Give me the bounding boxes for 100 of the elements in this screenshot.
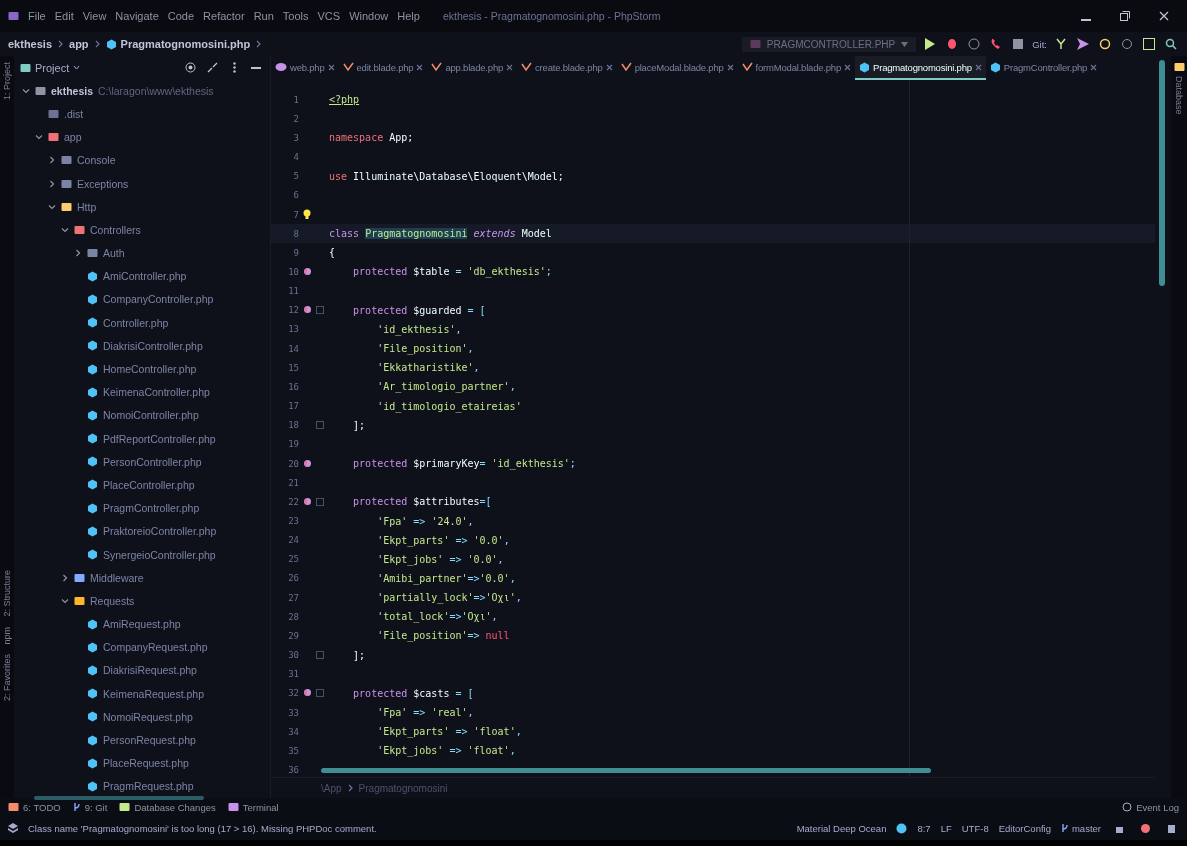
- tree-item[interactable]: Console: [14, 148, 270, 172]
- override-icon[interactable]: [302, 496, 312, 506]
- chevron-down-icon[interactable]: [22, 86, 30, 95]
- tree-item[interactable]: DiakrisiController.php: [14, 334, 270, 358]
- editor-tab[interactable]: placeModal.blade.php: [616, 56, 738, 80]
- tree-item[interactable]: DiakrisiRequest.php: [14, 658, 270, 683]
- scrollbar[interactable]: [1159, 60, 1165, 286]
- tree-item[interactable]: NomoiController.php: [14, 403, 270, 427]
- editor-tab[interactable]: edit.blade.php: [338, 56, 428, 80]
- tree-item[interactable]: PragmRequest.php: [14, 774, 270, 798]
- tool-window-tab[interactable]: 1: Project: [2, 62, 12, 101]
- tree-item[interactable]: AmiRequest.php: [14, 612, 270, 636]
- chevron-down-icon[interactable]: [48, 202, 56, 211]
- tree-item[interactable]: CompanyRequest.php: [14, 635, 270, 659]
- tree-item[interactable]: Exceptions: [14, 171, 270, 196]
- chevron-right-icon[interactable]: [74, 249, 82, 258]
- tool-window-tab[interactable]: 2: Favorites: [2, 654, 12, 702]
- tree-item[interactable]: HomeController.php: [14, 357, 270, 381]
- tree-item[interactable]: Http: [14, 195, 270, 219]
- tree-item[interactable]: Controller.php: [14, 311, 270, 335]
- override-icon[interactable]: [302, 688, 312, 698]
- lightbulb-icon[interactable]: [302, 207, 312, 220]
- tool-window-button[interactable]: Terminal: [227, 801, 279, 813]
- editor-tab[interactable]: Pragmatognomosini.php: [855, 56, 986, 80]
- chevron-down-icon[interactable]: [35, 133, 43, 142]
- breadcrumb[interactable]: app: [69, 38, 89, 50]
- line-number: 6: [292, 190, 299, 201]
- tree-item[interactable]: Requests: [14, 589, 270, 613]
- editor-tab[interactable]: create.blade.php: [517, 56, 617, 80]
- menu-item[interactable]: Run: [253, 10, 274, 22]
- scrollbar[interactable]: [34, 796, 204, 800]
- tool-window-tab[interactable]: Database: [1174, 76, 1184, 115]
- php-class-icon: [87, 386, 98, 398]
- override-icon[interactable]: [302, 267, 312, 276]
- tool-window-button[interactable]: 9: Git: [72, 801, 108, 813]
- menu-item[interactable]: Tools: [282, 10, 309, 22]
- tool-window-tab[interactable]: 2: Structure: [2, 570, 12, 617]
- tree-item[interactable]: app: [14, 125, 270, 149]
- menu-item[interactable]: File: [28, 10, 46, 22]
- editor-tab[interactable]: app.blade.php: [427, 56, 518, 80]
- file-name: Console: [77, 154, 116, 167]
- menu-item[interactable]: Refactor: [203, 10, 245, 22]
- tree-item[interactable]: PersonController.php: [14, 450, 270, 474]
- search-icon[interactable]: [1163, 36, 1179, 52]
- menu-item[interactable]: Window: [349, 10, 389, 22]
- tree-item[interactable]: Middleware: [14, 566, 270, 590]
- chevron-right-icon[interactable]: [48, 179, 56, 188]
- chevron-right-icon[interactable]: [61, 573, 69, 582]
- menu-item[interactable]: Code: [167, 10, 195, 22]
- tool-window-button[interactable]: Database Changes: [119, 801, 216, 813]
- tree-item[interactable]: PdfReportController.php: [14, 427, 270, 451]
- target-icon[interactable]: [182, 59, 198, 76]
- line-number: 20: [287, 458, 299, 469]
- send-icon[interactable]: [1075, 36, 1091, 52]
- line-number: 24: [287, 535, 299, 546]
- tree-item[interactable]: PragmController.php: [14, 496, 270, 520]
- tree-item[interactable]: CompanyController.php: [14, 287, 270, 312]
- menu-item[interactable]: VCS: [317, 10, 341, 22]
- caret-position[interactable]: 8:7: [917, 822, 931, 834]
- fork-icon[interactable]: [1053, 36, 1069, 52]
- file-encoding[interactable]: UTF-8: [961, 822, 989, 834]
- run-configuration-dropdown[interactable]: PRAGMCONTROLLER.PHP: [741, 36, 917, 52]
- menu-item[interactable]: Navigate: [115, 10, 159, 22]
- tree-item[interactable]: NomoiRequest.php: [14, 705, 270, 729]
- menu-item[interactable]: Help: [397, 10, 420, 22]
- override-icon[interactable]: [302, 305, 312, 315]
- event-log-button[interactable]: Event Log: [1122, 801, 1179, 813]
- code-line: protected $table = 'db_ekthesis';: [352, 266, 552, 278]
- tree-item[interactable]: Auth: [14, 241, 270, 265]
- tree-item[interactable]: Controllers: [14, 218, 270, 242]
- git-branch[interactable]: master: [1060, 822, 1101, 834]
- editorconfig-indicator[interactable]: EditorConfig: [998, 822, 1051, 834]
- tree-item[interactable]: AmiController.php: [14, 264, 270, 288]
- menu-item[interactable]: Edit: [54, 10, 74, 22]
- chevron-down-icon[interactable]: [61, 225, 69, 234]
- tool-window-tab[interactable]: npm: [2, 626, 12, 645]
- chevron-down-icon[interactable]: [61, 596, 69, 605]
- tree-item[interactable]: PraktoreioController.php: [14, 519, 270, 543]
- scrollbar[interactable]: [321, 768, 931, 773]
- project-view-dropdown[interactable]: Project: [20, 61, 176, 74]
- menu-item[interactable]: View: [82, 10, 107, 22]
- line-ending[interactable]: LF: [940, 822, 952, 834]
- tree-item[interactable]: PlaceController.php: [14, 473, 270, 497]
- file-name: CompanyRequest.php: [103, 641, 208, 654]
- breadcrumb[interactable]: Pragmatognomosini.php: [105, 38, 251, 50]
- tool-window-button[interactable]: 6: TODO: [8, 801, 61, 813]
- tree-item[interactable]: PlaceRequest.php: [14, 751, 270, 775]
- chevron-right-icon[interactable]: [48, 156, 56, 165]
- tree-item[interactable]: KeimenaRequest.php: [14, 682, 270, 706]
- tree-item[interactable]: KeimenaController.php: [14, 380, 270, 404]
- editor-tab[interactable]: web.php: [271, 56, 339, 80]
- editor-tab[interactable]: formModal.blade.php: [737, 56, 856, 80]
- breadcrumb[interactable]: ekthesis: [8, 38, 53, 50]
- editor-tab[interactable]: PragmController.php: [985, 56, 1102, 80]
- theme-name[interactable]: Material Deep Ocean: [796, 822, 887, 834]
- tree-item[interactable]: ekthesis C:\laragon\www\ekthesis: [14, 79, 270, 103]
- tree-item[interactable]: SynergeioController.php: [14, 542, 270, 567]
- override-icon[interactable]: [302, 458, 312, 468]
- tree-item[interactable]: .dist: [14, 102, 270, 126]
- tree-item[interactable]: PersonRequest.php: [14, 728, 270, 752]
